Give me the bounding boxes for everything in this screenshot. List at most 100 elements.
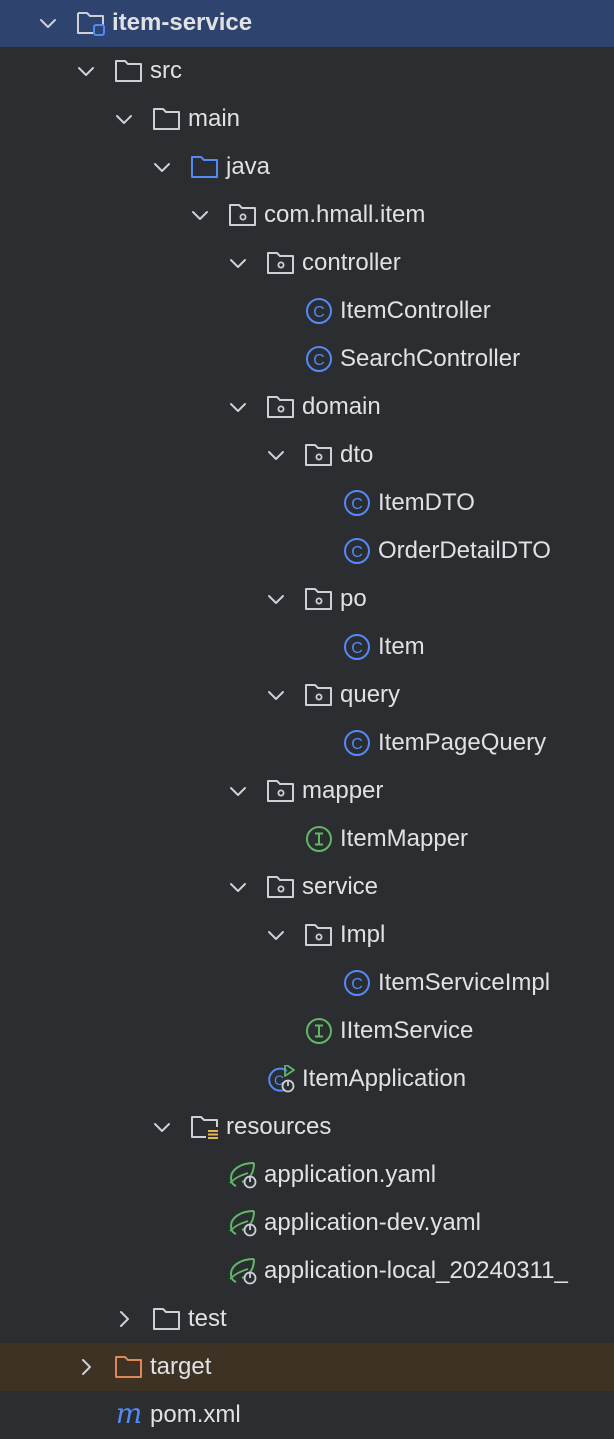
package-icon	[266, 393, 296, 421]
package-icon	[266, 873, 296, 901]
tree-item-label: ItemPageQuery	[378, 729, 547, 756]
package-icon	[304, 681, 334, 709]
class-icon: C	[342, 489, 372, 517]
tree-item-label: ItemMapper	[340, 825, 469, 852]
tree-item-label: dto	[340, 441, 374, 468]
tree-row[interactable]: resources	[0, 1103, 614, 1151]
svg-text:C: C	[351, 640, 363, 657]
tree-row[interactable]: C OrderDetailDTO	[0, 527, 614, 575]
chevron-down-icon[interactable]	[226, 395, 250, 419]
class-icon: C	[304, 345, 334, 373]
tree-item-label: target	[150, 1353, 212, 1380]
chevron-down-icon[interactable]	[264, 587, 288, 611]
tree-row[interactable]: src	[0, 47, 614, 95]
chevron-down-icon[interactable]	[226, 251, 250, 275]
chevron-down-icon[interactable]	[112, 107, 136, 131]
tree-item-label: java	[226, 153, 271, 180]
class-icon: C	[304, 297, 334, 325]
tree-row[interactable]: ItemMapper	[0, 815, 614, 863]
maven-icon: m	[114, 1397, 144, 1430]
project-tree: item-service src main java com.hmall.item con…	[0, 0, 614, 1432]
svg-text:C: C	[313, 352, 325, 369]
spring-boot-class-icon: C	[266, 1063, 296, 1093]
tree-item-label: SearchController	[340, 345, 521, 372]
chevron-down-icon[interactable]	[264, 443, 288, 467]
tree-item-label: query	[340, 681, 401, 708]
svg-text:C: C	[351, 544, 363, 561]
chevron-down-icon[interactable]	[74, 59, 98, 83]
tree-row[interactable]: domain	[0, 383, 614, 431]
class-icon: C	[342, 537, 372, 565]
tree-row[interactable]: Impl	[0, 911, 614, 959]
tree-row[interactable]: mapper	[0, 767, 614, 815]
package-icon	[304, 921, 334, 949]
package-icon	[266, 777, 296, 805]
tree-row[interactable]: query	[0, 671, 614, 719]
spring-config-icon	[228, 1209, 258, 1237]
tree-row[interactable]: application.yaml	[0, 1151, 614, 1199]
tree-row[interactable]: C ItemPageQuery	[0, 719, 614, 767]
tree-item-label: ItemServiceImpl	[378, 969, 551, 996]
tree-row[interactable]: service	[0, 863, 614, 911]
package-icon	[228, 201, 258, 229]
tree-item-label: OrderDetailDTO	[378, 537, 551, 564]
tree-item-label: ItemApplication	[302, 1065, 467, 1092]
tree-row[interactable]: target	[0, 1343, 614, 1391]
tree-row[interactable]: item-service	[0, 0, 614, 47]
source-folder-icon	[190, 153, 220, 181]
tree-row[interactable]: controller	[0, 239, 614, 287]
tree-item-label: application-local_20240311_	[264, 1257, 568, 1284]
class-icon: C	[342, 729, 372, 757]
chevron-right-icon[interactable]	[74, 1355, 98, 1379]
chevron-down-icon[interactable]	[188, 203, 212, 227]
tree-item-label: src	[150, 57, 182, 84]
tree-item-label: controller	[302, 249, 401, 276]
chevron-down-icon[interactable]	[226, 875, 250, 899]
interface-icon	[304, 1017, 334, 1045]
tree-item-label: com.hmall.item	[264, 201, 426, 228]
folder-icon	[152, 1305, 182, 1333]
tree-item-label: application-dev.yaml	[264, 1209, 481, 1236]
tree-row[interactable]: IItemService	[0, 1007, 614, 1055]
tree-item-label: mapper	[302, 777, 384, 804]
tree-item-label: application.yaml	[264, 1161, 437, 1188]
tree-row[interactable]: C Item	[0, 623, 614, 671]
chevron-down-icon[interactable]	[264, 683, 288, 707]
chevron-down-icon[interactable]	[264, 923, 288, 947]
tree-item-label: ItemController	[340, 297, 491, 324]
tree-row[interactable]: C ItemApplication	[0, 1055, 614, 1103]
tree-row[interactable]: C ItemController	[0, 287, 614, 335]
tree-item-label: item-service	[112, 9, 253, 36]
tree-row[interactable]: main	[0, 95, 614, 143]
interface-icon	[304, 825, 334, 853]
tree-item-label: ItemDTO	[378, 489, 475, 516]
tree-item-label: resources	[226, 1113, 332, 1140]
tree-item-label: po	[340, 585, 367, 612]
svg-text:m: m	[116, 1401, 143, 1429]
tree-row[interactable]: dto	[0, 431, 614, 479]
tree-row[interactable]: C ItemDTO	[0, 479, 614, 527]
package-icon	[266, 249, 296, 277]
folder-icon	[114, 57, 144, 85]
module-folder-icon	[76, 9, 106, 37]
tree-row[interactable]: C ItemServiceImpl	[0, 959, 614, 1007]
package-icon	[304, 585, 334, 613]
svg-text:C: C	[313, 304, 325, 321]
tree-item-label: service	[302, 873, 379, 900]
tree-item-label: test	[188, 1305, 227, 1332]
tree-row[interactable]: application-dev.yaml	[0, 1199, 614, 1247]
chevron-down-icon[interactable]	[226, 779, 250, 803]
tree-row[interactable]: java	[0, 143, 614, 191]
tree-item-label: Impl	[340, 921, 386, 948]
chevron-right-icon[interactable]	[112, 1307, 136, 1331]
tree-item-label: Item	[378, 633, 425, 660]
tree-row[interactable]: test	[0, 1295, 614, 1343]
svg-text:C: C	[351, 736, 363, 753]
chevron-down-icon[interactable]	[150, 1115, 174, 1139]
chevron-down-icon[interactable]	[36, 11, 60, 35]
tree-row[interactable]: com.hmall.item	[0, 191, 614, 239]
chevron-down-icon[interactable]	[150, 155, 174, 179]
tree-row[interactable]: application-local_20240311_	[0, 1247, 614, 1295]
tree-row[interactable]: C SearchController	[0, 335, 614, 383]
tree-row[interactable]: po	[0, 575, 614, 623]
